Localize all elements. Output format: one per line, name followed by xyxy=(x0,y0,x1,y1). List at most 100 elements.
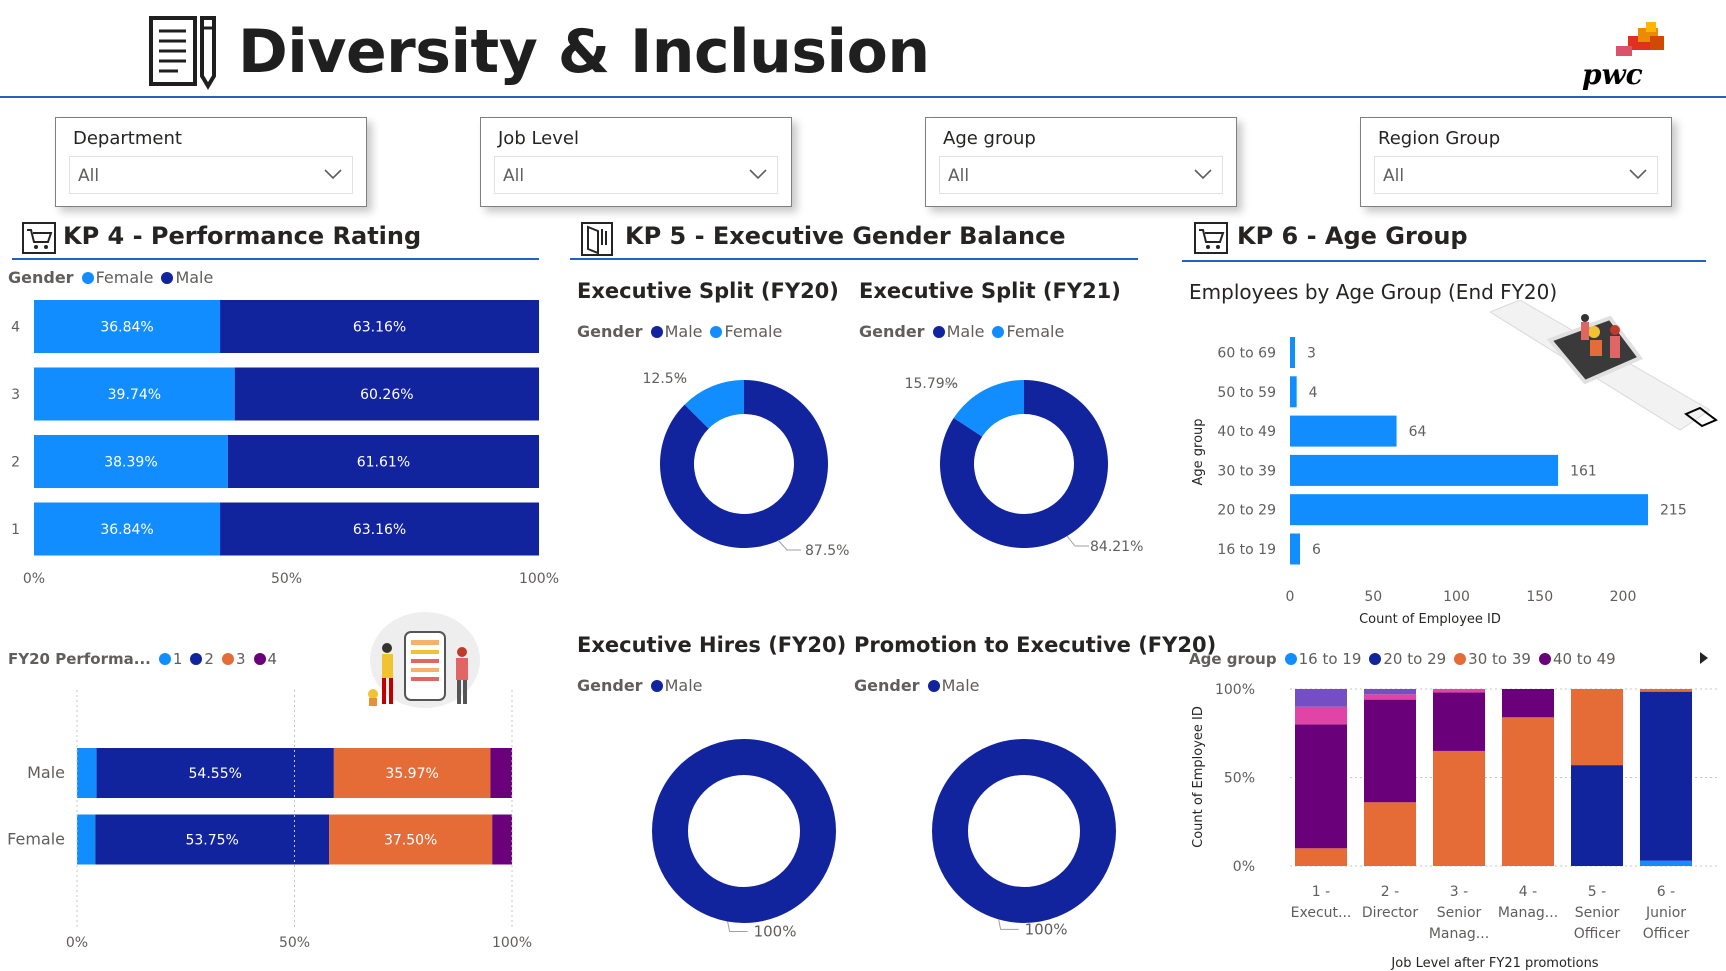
bar-segment xyxy=(1364,699,1416,803)
legend-item-male: Male xyxy=(664,676,703,695)
leader-line xyxy=(1066,535,1089,547)
x-tick-label: 1 - xyxy=(1312,884,1330,900)
legend-item-16-19: 16 to 19 xyxy=(1298,650,1362,668)
data-label: 15.79% xyxy=(905,376,958,392)
bar-segment xyxy=(1295,848,1347,866)
bar-segment xyxy=(1295,689,1347,707)
performance-gender-chart: 4 36.84% 63.16% 3 39.74% 60.26% 2 38.39% 61.61% 1… xyxy=(11,300,559,587)
bar-segment xyxy=(77,814,96,865)
bar xyxy=(1290,376,1297,408)
region-group-slicer-label: Region Group xyxy=(1378,128,1501,149)
legend-title: Age group xyxy=(1189,650,1277,668)
region-group-slicer[interactable]: Region Group All xyxy=(1360,117,1672,207)
promo-fy20-legend: Gender Male xyxy=(854,676,979,695)
region-group-dropdown[interactable]: All xyxy=(1374,156,1658,194)
x-tick-label: 50% xyxy=(279,935,310,951)
bar-segment xyxy=(77,748,97,798)
category-label: 30 to 39 xyxy=(1217,463,1276,479)
data-label: 6 xyxy=(1312,542,1321,558)
category-label: 20 to 29 xyxy=(1217,503,1276,519)
bar-segment xyxy=(1295,724,1347,849)
legend-item-40-49: 40 to 49 xyxy=(1552,650,1616,668)
kp6-title: KP 6 - Age Group xyxy=(1237,222,1468,250)
kp5-title: KP 5 - Executive Gender Balance xyxy=(625,222,1066,250)
kp4-divider xyxy=(12,258,539,260)
x-axis-title: Count of Employee ID xyxy=(1359,612,1501,627)
legend-title: Gender xyxy=(854,676,920,695)
job-level-dropdown[interactable]: All xyxy=(494,156,778,194)
category-label: 4 xyxy=(11,320,20,336)
split-fy21-donut: 15.79% 84.21% xyxy=(905,376,1144,555)
bar-segment xyxy=(1364,689,1416,695)
x-tick-label: Officer xyxy=(1574,926,1621,942)
legend-item-male: Male xyxy=(664,322,703,341)
category-label: 50 to 59 xyxy=(1217,385,1276,401)
age-group-slicer-label: Age group xyxy=(943,128,1036,149)
bar xyxy=(1290,415,1397,447)
legend-item-female: Female xyxy=(1006,322,1065,341)
donut-slice xyxy=(660,380,828,548)
job-level-slicer[interactable]: Job Level All xyxy=(480,117,792,207)
x-tick-label: Manag... xyxy=(1498,905,1558,921)
cart-icon xyxy=(22,222,56,258)
department-value: All xyxy=(78,166,100,186)
category-label: Female xyxy=(7,830,65,849)
data-label: 12.5% xyxy=(643,371,687,387)
x-tick-label: Senior xyxy=(1575,905,1620,921)
bar-segment xyxy=(1640,860,1692,866)
data-label: 36.84% xyxy=(100,320,153,336)
data-label: 61.61% xyxy=(357,455,410,471)
x-tick-label: 5 - xyxy=(1588,884,1606,900)
leader-line xyxy=(777,539,801,551)
bar-segment xyxy=(1364,802,1416,866)
age-group-slicer[interactable]: Age group All xyxy=(925,117,1237,207)
bar-segment xyxy=(1502,689,1554,718)
legend-item-male: Male xyxy=(175,268,214,287)
data-label: 100% xyxy=(1025,920,1068,938)
door-icon xyxy=(580,221,616,261)
data-label: 4 xyxy=(1309,385,1318,401)
bar xyxy=(1290,454,1559,486)
cart-icon xyxy=(1194,222,1228,258)
chevron-down-icon[interactable] xyxy=(1190,161,1216,187)
x-tick-label: 0% xyxy=(66,935,88,951)
department-slicer[interactable]: Department All xyxy=(55,117,367,207)
legend-title: Gender xyxy=(859,322,925,341)
x-tick-label: 150 xyxy=(1526,589,1553,605)
bar-segment xyxy=(1571,689,1623,766)
bar-segment xyxy=(490,748,512,798)
data-label: 39.74% xyxy=(108,387,161,403)
legend-item-30-39: 30 to 39 xyxy=(1468,650,1531,668)
pwc-logo: pwc xyxy=(1582,22,1682,94)
x-tick-label: 0% xyxy=(23,571,45,587)
legend-title: Gender xyxy=(577,676,643,695)
legend-next-arrow-icon[interactable] xyxy=(1698,650,1710,670)
bar-segment xyxy=(492,814,512,865)
split-fy21-title: Executive Split (FY21) xyxy=(859,279,1121,303)
chevron-down-icon[interactable] xyxy=(745,161,771,187)
legend-title: Gender xyxy=(577,322,643,341)
department-dropdown[interactable]: All xyxy=(69,156,353,194)
hires-fy20-title: Executive Hires (FY20) xyxy=(577,633,847,657)
y-tick-label: 100% xyxy=(1215,682,1255,698)
age-group-dropdown[interactable]: All xyxy=(939,156,1223,194)
data-label: 3 xyxy=(1307,346,1316,362)
data-label: 35.97% xyxy=(385,766,438,782)
chevron-down-icon[interactable] xyxy=(320,161,346,187)
performance-rating-chart: Male 54.55% 35.97% Female 53.75% 37.50% 0% 50% 1… xyxy=(7,690,532,951)
x-tick-label: 100% xyxy=(519,571,559,587)
x-tick-label: 50% xyxy=(271,571,302,587)
donut-slice xyxy=(652,739,836,923)
legend-item-male: Male xyxy=(946,322,985,341)
y-tick-label: 0% xyxy=(1233,859,1255,875)
category-label: 2 xyxy=(11,455,20,471)
bar-segment xyxy=(1502,717,1554,866)
pwc-logo-text: pwc xyxy=(1582,58,1643,91)
legend-title: FY20 Performa... xyxy=(8,650,151,668)
split-fy21-legend: Gender Male Female xyxy=(859,322,1064,341)
category-label: 1 xyxy=(11,522,20,538)
data-label: 54.55% xyxy=(189,766,242,782)
category-label: 40 to 49 xyxy=(1217,424,1276,440)
chevron-down-icon[interactable] xyxy=(1625,161,1651,187)
promo-fy20-donut: 100% xyxy=(932,739,1116,938)
